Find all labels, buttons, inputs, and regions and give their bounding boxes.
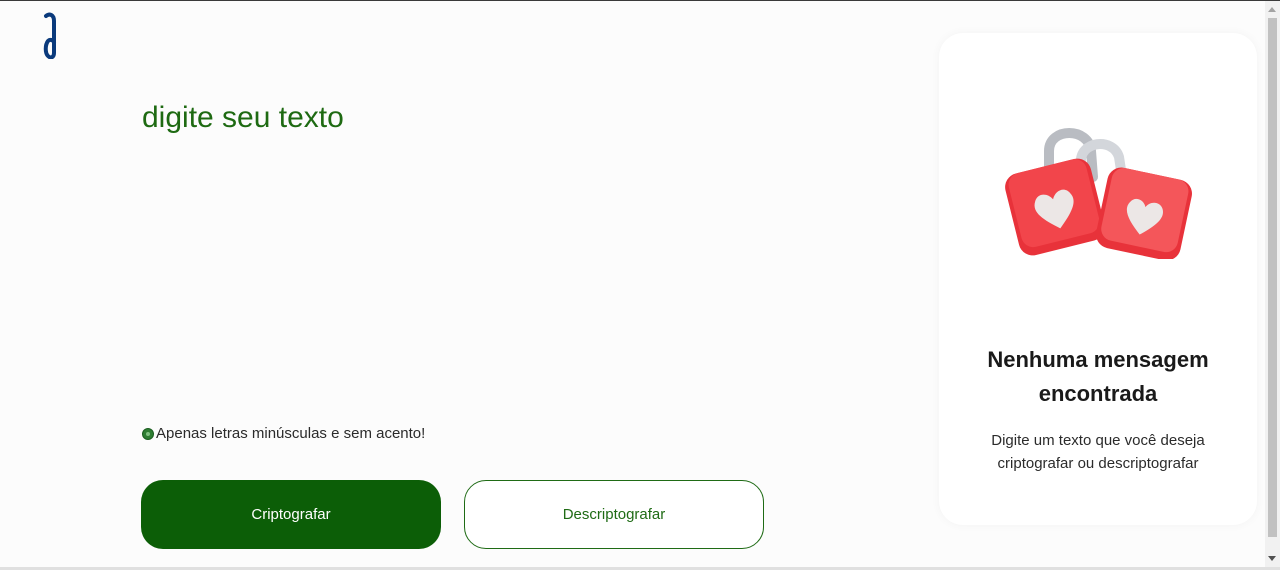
output-panel: Nenhuma mensagem encontrada Digite um te…	[939, 33, 1257, 525]
input-hint: Apenas letras minúsculas e sem acento!	[142, 425, 425, 442]
alura-logo-icon	[43, 12, 56, 59]
vertical-scrollbar[interactable]	[1265, 1, 1280, 567]
scroll-down-arrow-icon[interactable]	[1268, 556, 1276, 561]
page: Apenas letras minúsculas e sem acento! C…	[0, 1, 1265, 567]
padlocks-hearts-illustration	[1005, 128, 1192, 259]
hint-text: Apenas letras minúsculas e sem acento!	[156, 425, 426, 442]
info-icon	[142, 427, 154, 440]
scroll-thumb[interactable]	[1268, 18, 1277, 537]
decrypt-button[interactable]: Descriptografar	[464, 480, 764, 549]
message-input[interactable]	[142, 93, 762, 393]
empty-state-description: Digite um texto que você deseja criptogr…	[991, 432, 1205, 472]
empty-state-title: Nenhuma mensagem encontrada	[987, 347, 1209, 406]
encrypt-button[interactable]: Criptografar	[141, 480, 441, 549]
scroll-up-arrow-icon[interactable]	[1268, 7, 1276, 12]
